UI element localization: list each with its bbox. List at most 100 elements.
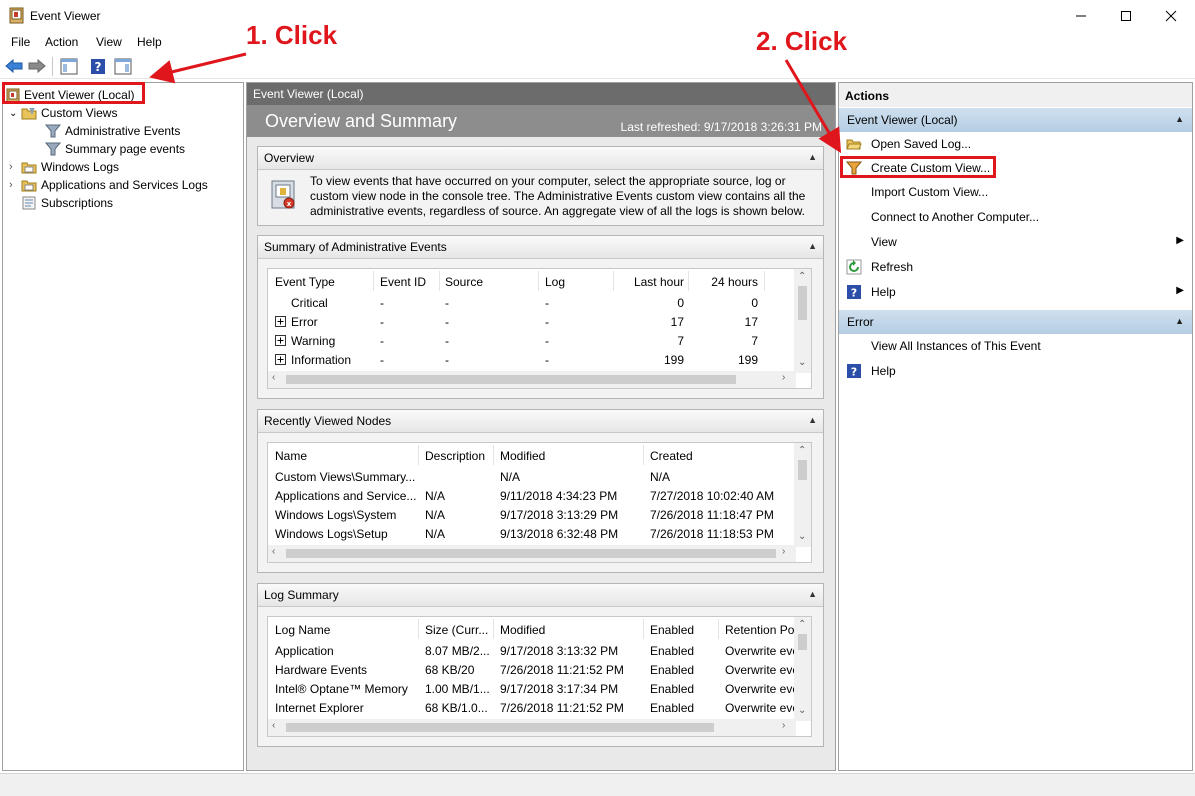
subscriptions-icon	[22, 196, 36, 210]
window-title: Event Viewer	[30, 9, 101, 23]
section-header[interactable]: Summary of Administrative Events ▲	[258, 236, 823, 259]
node-modified: N/A	[500, 470, 521, 484]
center-pane: Event Viewer (Local) Overview and Summar…	[246, 82, 836, 771]
event-viewer-icon	[9, 7, 24, 24]
action-help[interactable]: ? Help ▶	[839, 281, 1192, 303]
menu-view[interactable]: View	[96, 35, 122, 49]
column-header[interactable]: Log Name	[275, 623, 330, 637]
vertical-scrollbar[interactable]: ⌃ ⌄	[794, 617, 811, 721]
scroll-thumb[interactable]	[798, 634, 807, 650]
column-header[interactable]: Event ID	[380, 275, 426, 289]
expand-plus-icon[interactable]	[275, 335, 286, 346]
overview-text: To view events that have occurred on you…	[310, 174, 806, 218]
action-open-saved-log[interactable]: Open Saved Log...	[839, 133, 1192, 155]
annotation-step-1: 1. Click	[246, 20, 338, 50]
action-import-custom-view[interactable]: Import Custom View...	[839, 181, 1192, 203]
scroll-thumb[interactable]	[798, 286, 807, 320]
log-enabled: Enabled	[650, 663, 695, 677]
column-header[interactable]: Modified	[500, 623, 545, 637]
chevron-right-icon[interactable]: ›	[9, 161, 21, 173]
forward-arrow-icon[interactable]	[28, 58, 46, 74]
event-id: -	[380, 315, 384, 329]
column-header[interactable]: Enabled	[650, 623, 694, 637]
section-header[interactable]: Log Summary ▲	[258, 584, 823, 607]
log-summary-section: Log Summary ▲ Log Name Size (Curr... Mod…	[257, 583, 824, 747]
section-title: Overview	[264, 151, 315, 165]
horizontal-scrollbar[interactable]: ‹ ›	[268, 545, 796, 562]
column-header[interactable]: Modified	[500, 449, 545, 463]
grid-header: Name Description Modified Created	[268, 443, 811, 467]
menu-action[interactable]: Action	[45, 35, 78, 49]
maximize-button[interactable]	[1103, 0, 1149, 32]
horizontal-scrollbar[interactable]: ‹ ›	[268, 719, 796, 736]
action-refresh[interactable]: Refresh	[839, 256, 1192, 278]
actions-group-event-viewer[interactable]: Event Viewer (Local) ▲	[839, 108, 1192, 132]
column-header[interactable]: Name	[275, 449, 307, 463]
collapse-icon[interactable]: ▲	[808, 415, 817, 425]
chevron-down-icon[interactable]: ⌄	[9, 108, 21, 119]
back-arrow-icon[interactable]	[5, 58, 23, 74]
scroll-thumb[interactable]	[286, 723, 714, 732]
column-header[interactable]: Source	[445, 275, 483, 289]
column-header[interactable]: Created	[650, 449, 693, 463]
collapse-icon[interactable]: ▲	[808, 241, 817, 251]
status-bar	[0, 773, 1195, 796]
refresh-icon	[846, 259, 862, 275]
collapse-icon[interactable]: ▲	[1175, 316, 1184, 326]
expand-plus-icon[interactable]	[275, 354, 286, 365]
horizontal-scrollbar[interactable]: ‹ ›	[268, 371, 796, 388]
log-modified: 9/17/2018 3:17:34 PM	[500, 682, 619, 696]
column-header[interactable]: Last hour	[620, 275, 684, 289]
tree-item-custom-views[interactable]: ⌄ Custom Views	[9, 104, 117, 122]
tree-label: Windows Logs	[41, 160, 120, 174]
scroll-thumb[interactable]	[798, 460, 807, 480]
tree-item-subscriptions[interactable]: Subscriptions	[21, 194, 113, 212]
chevron-right-icon[interactable]: ›	[9, 179, 21, 191]
close-button[interactable]	[1148, 0, 1194, 32]
vertical-scrollbar[interactable]: ⌃ ⌄	[794, 443, 811, 547]
tree-item-windows-logs[interactable]: › Windows Logs	[9, 158, 119, 176]
log-enabled: Enabled	[650, 682, 695, 696]
log-summary-grid: Log Name Size (Curr... Modified Enabled …	[267, 616, 812, 737]
overview-band: Overview and Summary Last refreshed: 9/1…	[247, 105, 835, 137]
collapse-icon[interactable]: ▲	[808, 152, 817, 162]
node-description: N/A	[425, 489, 446, 503]
log-modified: 7/26/2018 11:21:52 PM	[500, 701, 624, 715]
log-name: Intel® Optane™ Memory	[275, 682, 408, 696]
column-header[interactable]: Log	[545, 275, 565, 289]
overview-section: Overview ▲ x To view events that have oc…	[257, 146, 824, 226]
column-header[interactable]: Retention Po	[725, 623, 795, 637]
folder-icon	[21, 162, 37, 174]
section-body: Name Description Modified Created Custom…	[258, 433, 823, 572]
action-view-all-instances[interactable]: View All Instances of This Event	[839, 335, 1192, 357]
scroll-thumb[interactable]	[286, 549, 776, 558]
tree-item-administrative-events[interactable]: Administrative Events	[45, 122, 180, 140]
show-hide-action-pane-icon[interactable]	[114, 58, 132, 75]
column-header[interactable]: Size (Curr...	[425, 623, 491, 637]
tree-label: Applications and Services Logs	[41, 178, 208, 192]
menu-file[interactable]: File	[11, 35, 30, 49]
action-help-error[interactable]: ? Help	[839, 360, 1192, 382]
column-header[interactable]: 24 hours	[694, 275, 758, 289]
collapse-icon[interactable]: ▲	[808, 589, 817, 599]
column-header[interactable]: Event Type	[275, 275, 335, 289]
section-header[interactable]: Overview ▲	[258, 147, 823, 170]
vertical-scrollbar[interactable]: ⌃ ⌄	[794, 269, 811, 373]
tree-item-applications-services-logs[interactable]: › Applications and Services Logs	[9, 176, 208, 194]
tree-item-summary-page-events[interactable]: Summary page events	[45, 140, 185, 158]
action-connect-another-computer[interactable]: Connect to Another Computer...	[839, 206, 1192, 228]
node-description: N/A	[425, 508, 446, 522]
filter-icon	[45, 124, 61, 138]
actions-group-error[interactable]: Error ▲	[839, 310, 1192, 334]
menu-help[interactable]: Help	[137, 35, 162, 49]
minimize-button[interactable]	[1058, 0, 1104, 32]
expand-plus-icon[interactable]	[275, 316, 286, 327]
action-view[interactable]: View ▶	[839, 231, 1192, 253]
help-icon[interactable]: ?	[90, 58, 106, 75]
section-header[interactable]: Recently Viewed Nodes ▲	[258, 410, 823, 433]
scroll-thumb[interactable]	[286, 375, 736, 384]
folder-icon	[21, 180, 37, 192]
collapse-icon[interactable]: ▲	[1175, 114, 1184, 124]
show-hide-tree-icon[interactable]	[60, 58, 78, 75]
column-header[interactable]: Description	[425, 449, 485, 463]
